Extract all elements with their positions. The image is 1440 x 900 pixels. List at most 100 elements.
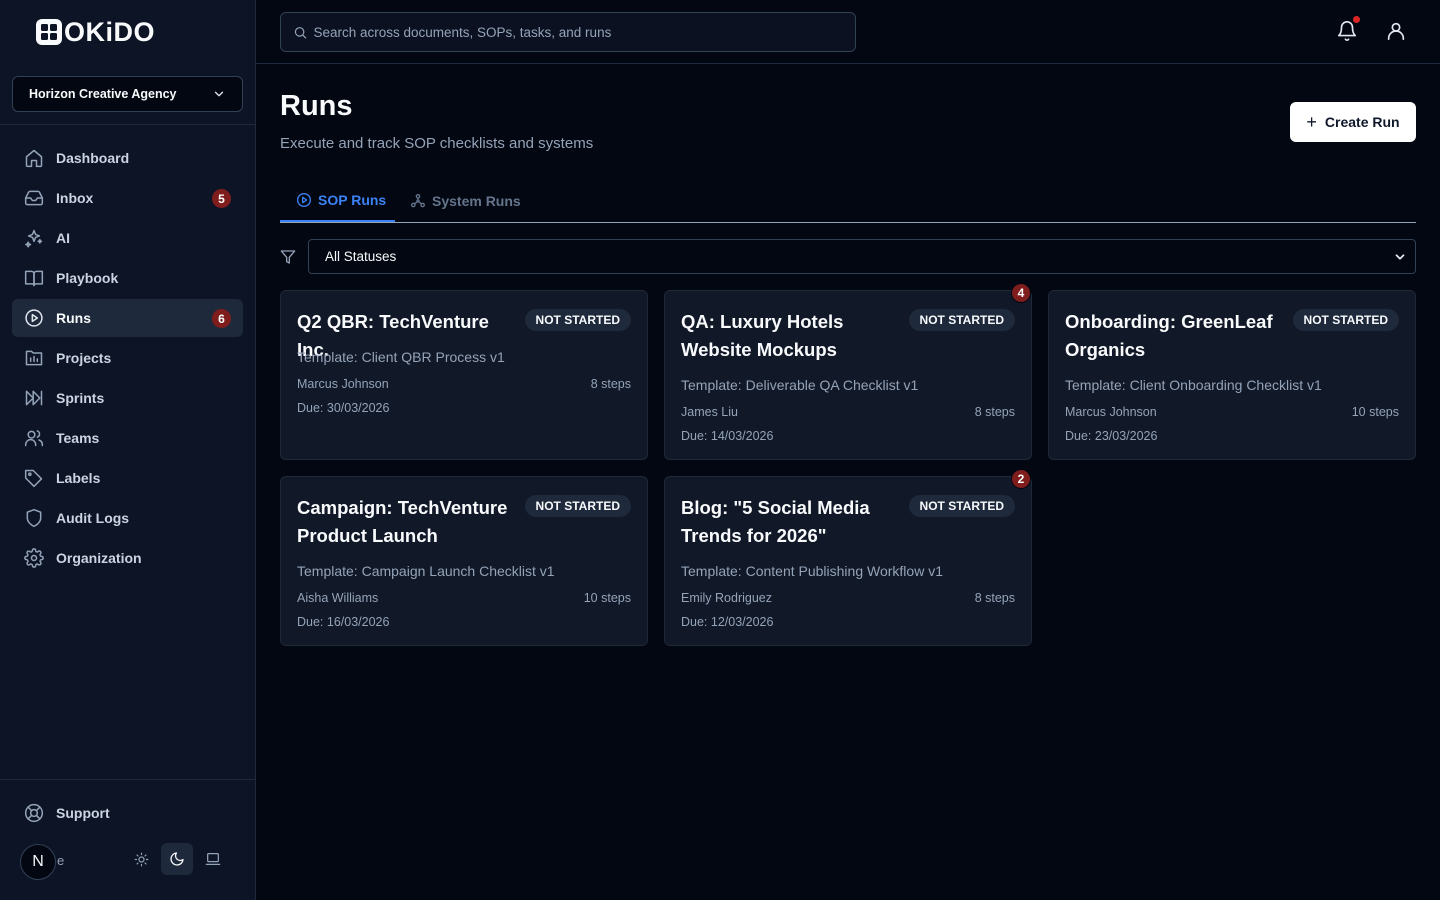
home-icon bbox=[25, 149, 43, 168]
sidebar-item-inbox[interactable]: Inbox 5 bbox=[12, 179, 243, 217]
run-card[interactable]: Onboarding: GreenLeaf Organics NOT START… bbox=[1048, 290, 1416, 460]
sidebar-item-labels[interactable]: Labels bbox=[12, 459, 243, 497]
sidebar-divider-bottom bbox=[0, 779, 256, 780]
user-icon bbox=[1387, 22, 1405, 41]
sidebar-item-runs[interactable]: Runs 6 bbox=[12, 299, 243, 337]
status-filter-value: All Statuses bbox=[325, 249, 397, 264]
gear-icon bbox=[24, 548, 44, 568]
run-template: Template: Campaign Launch Checklist v1 bbox=[297, 563, 555, 579]
sidebar-item-teams[interactable]: Teams bbox=[12, 419, 243, 457]
sidebar-item-label: Runs bbox=[56, 310, 91, 326]
organization-selector[interactable]: Horizon Creative Agency bbox=[12, 76, 243, 112]
brand-logo[interactable]: OKiDO bbox=[36, 17, 155, 47]
run-notification-badge: 4 bbox=[1011, 283, 1031, 303]
laptop-icon bbox=[205, 853, 221, 865]
sprint-icon bbox=[25, 390, 43, 406]
inbox-count-badge: 5 bbox=[212, 189, 231, 208]
support-label: Support bbox=[56, 805, 110, 821]
run-steps: 8 steps bbox=[974, 591, 1015, 605]
run-steps: 8 steps bbox=[590, 377, 631, 391]
run-due-date: Due: 12/03/2026 bbox=[681, 615, 774, 629]
top-bar bbox=[256, 0, 1440, 64]
book-icon bbox=[24, 270, 44, 287]
status-badge: NOT STARTED bbox=[1292, 309, 1399, 331]
sidebar-item-label: Dashboard bbox=[56, 150, 130, 166]
shield-icon bbox=[26, 508, 42, 528]
status-badge: NOT STARTED bbox=[908, 495, 1015, 517]
chart-folder-icon bbox=[25, 350, 43, 366]
tab-label: System Runs bbox=[432, 193, 521, 209]
sidebar-item-audit-logs[interactable]: Audit Logs bbox=[12, 499, 243, 537]
run-due-date: Due: 14/03/2026 bbox=[681, 429, 774, 443]
sun-icon bbox=[134, 852, 148, 866]
status-filter-select[interactable]: All Statuses bbox=[308, 239, 1416, 274]
run-assignee: Emily Rodriguez bbox=[681, 591, 773, 605]
run-assignee: Marcus Johnson bbox=[1065, 405, 1157, 419]
run-assignee: Aisha Williams bbox=[297, 591, 379, 605]
run-assignee: Marcus Johnson bbox=[297, 377, 389, 391]
tab-label: SOP Runs bbox=[318, 192, 387, 208]
run-card[interactable]: 2 Blog: "5 Social Media Trends for 2026"… bbox=[664, 469, 1032, 646]
global-search[interactable] bbox=[280, 12, 856, 52]
play-circle-icon bbox=[297, 193, 311, 207]
run-due-date: Due: 30/03/2026 bbox=[297, 401, 390, 415]
run-card[interactable]: Q2 QBR: TechVenture Inc. NOT STARTED Tem… bbox=[280, 290, 648, 460]
run-due-date: Due: 16/03/2026 bbox=[297, 615, 390, 629]
search-icon bbox=[294, 26, 307, 39]
organization-name: Horizon Creative Agency bbox=[29, 87, 177, 101]
tab-sop-runs[interactable]: SOP Runs bbox=[280, 180, 395, 222]
sidebar-item-sprints[interactable]: Sprints bbox=[12, 379, 243, 417]
run-card[interactable]: Campaign: TechVenture Product Launch NOT… bbox=[280, 476, 648, 646]
run-title: Blog: "5 Social Media Trends for 2026" bbox=[681, 497, 870, 546]
sidebar-item-label: Playbook bbox=[56, 270, 119, 286]
run-template: Template: Deliverable QA Checklist v1 bbox=[681, 377, 919, 393]
logo-mark-icon bbox=[36, 19, 62, 45]
sidebar-item-support[interactable]: Support bbox=[24, 803, 110, 823]
run-card[interactable]: 4 QA: Luxury Hotels Website Mockups NOT … bbox=[664, 283, 1032, 460]
sidebar-item-playbook[interactable]: Playbook bbox=[12, 259, 243, 297]
notification-dot bbox=[1353, 16, 1360, 23]
run-title: QA: Luxury Hotels Website Mockups bbox=[681, 311, 844, 360]
sidebar: OKiDO Horizon Creative Agency Dashboard … bbox=[0, 0, 256, 900]
dark-theme-button[interactable] bbox=[161, 843, 193, 875]
users-icon bbox=[24, 430, 44, 447]
create-run-label: Create Run bbox=[1324, 114, 1400, 130]
search-input[interactable] bbox=[313, 24, 843, 40]
sidebar-item-dashboard[interactable]: Dashboard bbox=[12, 139, 243, 177]
notifications-button[interactable] bbox=[1336, 16, 1360, 44]
tag-icon bbox=[24, 469, 43, 488]
user-name-partial: e bbox=[57, 853, 65, 868]
user-avatar[interactable]: N bbox=[20, 844, 56, 880]
avatar-initial: N bbox=[32, 853, 44, 870]
chevron-down-icon bbox=[214, 91, 224, 97]
light-theme-button[interactable] bbox=[125, 843, 157, 875]
run-notification-badge: 2 bbox=[1011, 469, 1031, 489]
moon-icon bbox=[170, 852, 184, 866]
sidebar-item-label: Teams bbox=[56, 430, 100, 446]
run-steps: 10 steps bbox=[1351, 405, 1399, 419]
sidebar-item-label: Labels bbox=[56, 470, 101, 486]
run-template: Template: Client QBR Process v1 bbox=[297, 349, 505, 365]
tab-system-runs[interactable]: System Runs bbox=[410, 180, 530, 222]
create-run-button[interactable]: + Create Run bbox=[1290, 102, 1416, 142]
sidebar-item-organization[interactable]: Organization bbox=[12, 539, 243, 577]
run-assignee: James Liu bbox=[681, 405, 738, 419]
sidebar-item-projects[interactable]: Projects bbox=[12, 339, 243, 377]
inbox-icon bbox=[24, 190, 44, 206]
sidebar-item-ai[interactable]: AI bbox=[12, 219, 243, 257]
sidebar-item-label: Organization bbox=[56, 550, 142, 566]
chevron-down-icon bbox=[1395, 253, 1405, 260]
run-template: Template: Client Onboarding Checklist v1 bbox=[1065, 377, 1322, 393]
sidebar-item-label: Inbox bbox=[56, 190, 94, 206]
filter-icon bbox=[280, 250, 296, 264]
sidebar-item-label: Sprints bbox=[56, 390, 105, 406]
sidebar-item-label: Projects bbox=[56, 350, 112, 366]
user-menu-button[interactable] bbox=[1385, 20, 1409, 44]
workflow-icon bbox=[411, 194, 425, 208]
page-subtitle: Execute and track SOP checklists and sys… bbox=[280, 135, 594, 152]
page-title: Runs bbox=[280, 90, 353, 122]
sidebar-item-label: AI bbox=[56, 230, 70, 246]
status-badge: NOT STARTED bbox=[524, 309, 631, 331]
run-type-tabs: SOP Runs System Runs bbox=[280, 180, 1416, 223]
system-theme-button[interactable] bbox=[197, 843, 229, 875]
